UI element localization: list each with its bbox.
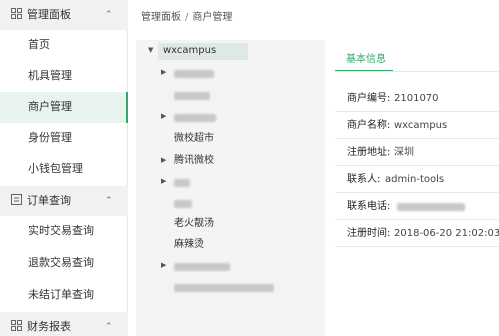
merchant-detail-panel: 基本信息 商户编号: 2101070 商户名称: wxcampus 注册地址: …	[335, 40, 499, 336]
sidebar-item-merchant-management[interactable]: 商户管理	[0, 92, 128, 123]
info-value: wxcampus	[394, 120, 448, 131]
caret-right-icon[interactable]: ▶	[161, 260, 166, 270]
sidebar-item-realtime-transactions[interactable]: 实时交易查询	[0, 216, 128, 247]
menu-group-dashboard[interactable]: 管理面板 ⌃	[0, 0, 128, 30]
breadcrumb-current: 商户管理	[192, 12, 233, 23]
sidebar-item-home[interactable]: 首页	[0, 30, 128, 61]
tree-node-redacted[interactable]: ▶	[136, 171, 325, 191]
sidebar-item-label: 实时交易查询	[28, 224, 94, 237]
grid-icon	[10, 320, 22, 332]
menu-group-order-query[interactable]: 订单查询 ⌃	[0, 186, 128, 216]
redacted-label	[174, 263, 230, 271]
caret-down-icon[interactable]: ▼	[148, 45, 153, 55]
active-indicator	[126, 92, 128, 123]
chevron-up-icon: ⌃	[105, 10, 113, 20]
redacted-label	[174, 70, 214, 78]
redacted-label	[174, 114, 216, 122]
info-row-merchant-id: 商户编号: 2101070	[335, 85, 499, 112]
breadcrumb-root-link[interactable]: 管理面板	[141, 12, 181, 23]
caret-right-icon[interactable]: ▶	[161, 111, 166, 121]
caret-right-icon[interactable]: ▶	[161, 155, 166, 165]
sidebar-item-label: 退款交易查询	[28, 256, 94, 269]
info-row-merchant-name: 商户名称: wxcampus	[335, 112, 499, 139]
chevron-up-icon: ⌃	[105, 196, 113, 206]
list-icon	[10, 194, 22, 206]
sidebar-item-label: 未结订单查询	[28, 288, 94, 301]
sidebar-item-unsettled-orders[interactable]: 未结订单查询	[0, 280, 128, 311]
tree-node-redacted[interactable]: ▶	[136, 106, 325, 126]
sidebar-item-label: 机具管理	[28, 69, 72, 82]
tree-node-laohuo-soup[interactable]: 老火靓汤	[136, 213, 325, 233]
tree-node-redacted[interactable]	[136, 192, 325, 212]
redacted-label	[174, 92, 210, 100]
tree-node-label: 微校超市	[174, 133, 214, 144]
info-value: 2101070	[394, 93, 439, 104]
sidebar-item-label: 身份管理	[28, 131, 72, 144]
info-row-phone: 联系电话:	[335, 193, 499, 220]
info-key: 注册时间:	[347, 228, 391, 239]
tree-node-redacted[interactable]	[136, 84, 325, 104]
redacted-label	[174, 200, 192, 208]
menu-group-label: 管理面板	[27, 8, 71, 21]
menu-group-label: 订单查询	[27, 194, 71, 207]
sidebar: 管理面板 ⌃ 首页 机具管理 商户管理 身份管理 小钱包管理 订单查询 ⌃ 实时…	[0, 0, 128, 336]
sidebar-item-label: 首页	[28, 38, 50, 51]
tree-node-label: 腾讯微校	[174, 155, 214, 166]
tree-node-redacted[interactable]: ▶	[136, 255, 325, 275]
info-row-contact: 联系人: admin-tools	[335, 166, 499, 193]
chevron-up-icon: ⌃	[105, 322, 113, 332]
caret-right-icon[interactable]: ▶	[161, 176, 166, 186]
tree-node-redacted[interactable]: ▶	[136, 62, 325, 82]
sidebar-item-refund-transactions[interactable]: 退款交易查询	[0, 248, 128, 279]
sidebar-item-identity-management[interactable]: 身份管理	[0, 123, 128, 154]
menu-group-label: 财务报表	[27, 320, 71, 333]
tab-basic-info[interactable]: 基本信息	[335, 48, 393, 72]
info-value: admin-tools	[385, 174, 445, 185]
tree-node-label: 麻辣烫	[174, 239, 204, 250]
info-value: 2018-06-20 21:02:03	[394, 228, 499, 239]
info-value: 深圳	[394, 147, 414, 158]
info-key: 商户名称:	[347, 120, 391, 131]
sidebar-item-label: 小钱包管理	[28, 162, 83, 175]
caret-right-icon[interactable]: ▶	[161, 67, 166, 77]
tab-label: 基本信息	[346, 54, 386, 65]
grid-icon	[10, 8, 22, 20]
redacted-label	[174, 284, 274, 292]
info-key: 联系电话:	[347, 201, 391, 212]
redacted-phone	[397, 203, 465, 211]
menu-group-finance-reports[interactable]: 财务报表 ⌃	[0, 312, 128, 336]
sidebar-item-label: 商户管理	[28, 100, 72, 113]
info-row-address: 注册地址: 深圳	[335, 139, 499, 166]
tree-node-label: 老火靓汤	[174, 218, 214, 229]
info-key: 注册地址:	[347, 147, 391, 158]
breadcrumb: 管理面板 / 商户管理	[141, 11, 232, 25]
tab-divider	[335, 71, 499, 72]
tree-node-redacted[interactable]	[136, 276, 325, 296]
sidebar-item-device-management[interactable]: 机具管理	[0, 61, 128, 92]
tree-node-root[interactable]: ▼ wxcampus	[136, 40, 325, 60]
merchant-tree: ▼ wxcampus ▶ ▶ 微校超市 ▶ 腾讯微校 ▶ 老火靓汤 麻辣烫 ▶	[136, 40, 325, 336]
info-row-registered-time: 注册时间: 2018-06-20 21:02:03	[335, 220, 499, 247]
tree-node-label: wxcampus	[163, 45, 217, 56]
tree-node-wxiao-market[interactable]: 微校超市	[136, 128, 325, 148]
redacted-label	[174, 179, 190, 187]
tree-node-tencent-wxiao[interactable]: ▶ 腾讯微校	[136, 150, 325, 170]
tree-node-malatang[interactable]: 麻辣烫	[136, 234, 325, 254]
sidebar-item-wallet-management[interactable]: 小钱包管理	[0, 154, 128, 185]
info-key: 联系人:	[347, 174, 381, 185]
info-key: 商户编号:	[347, 93, 391, 104]
breadcrumb-separator: /	[185, 12, 189, 23]
